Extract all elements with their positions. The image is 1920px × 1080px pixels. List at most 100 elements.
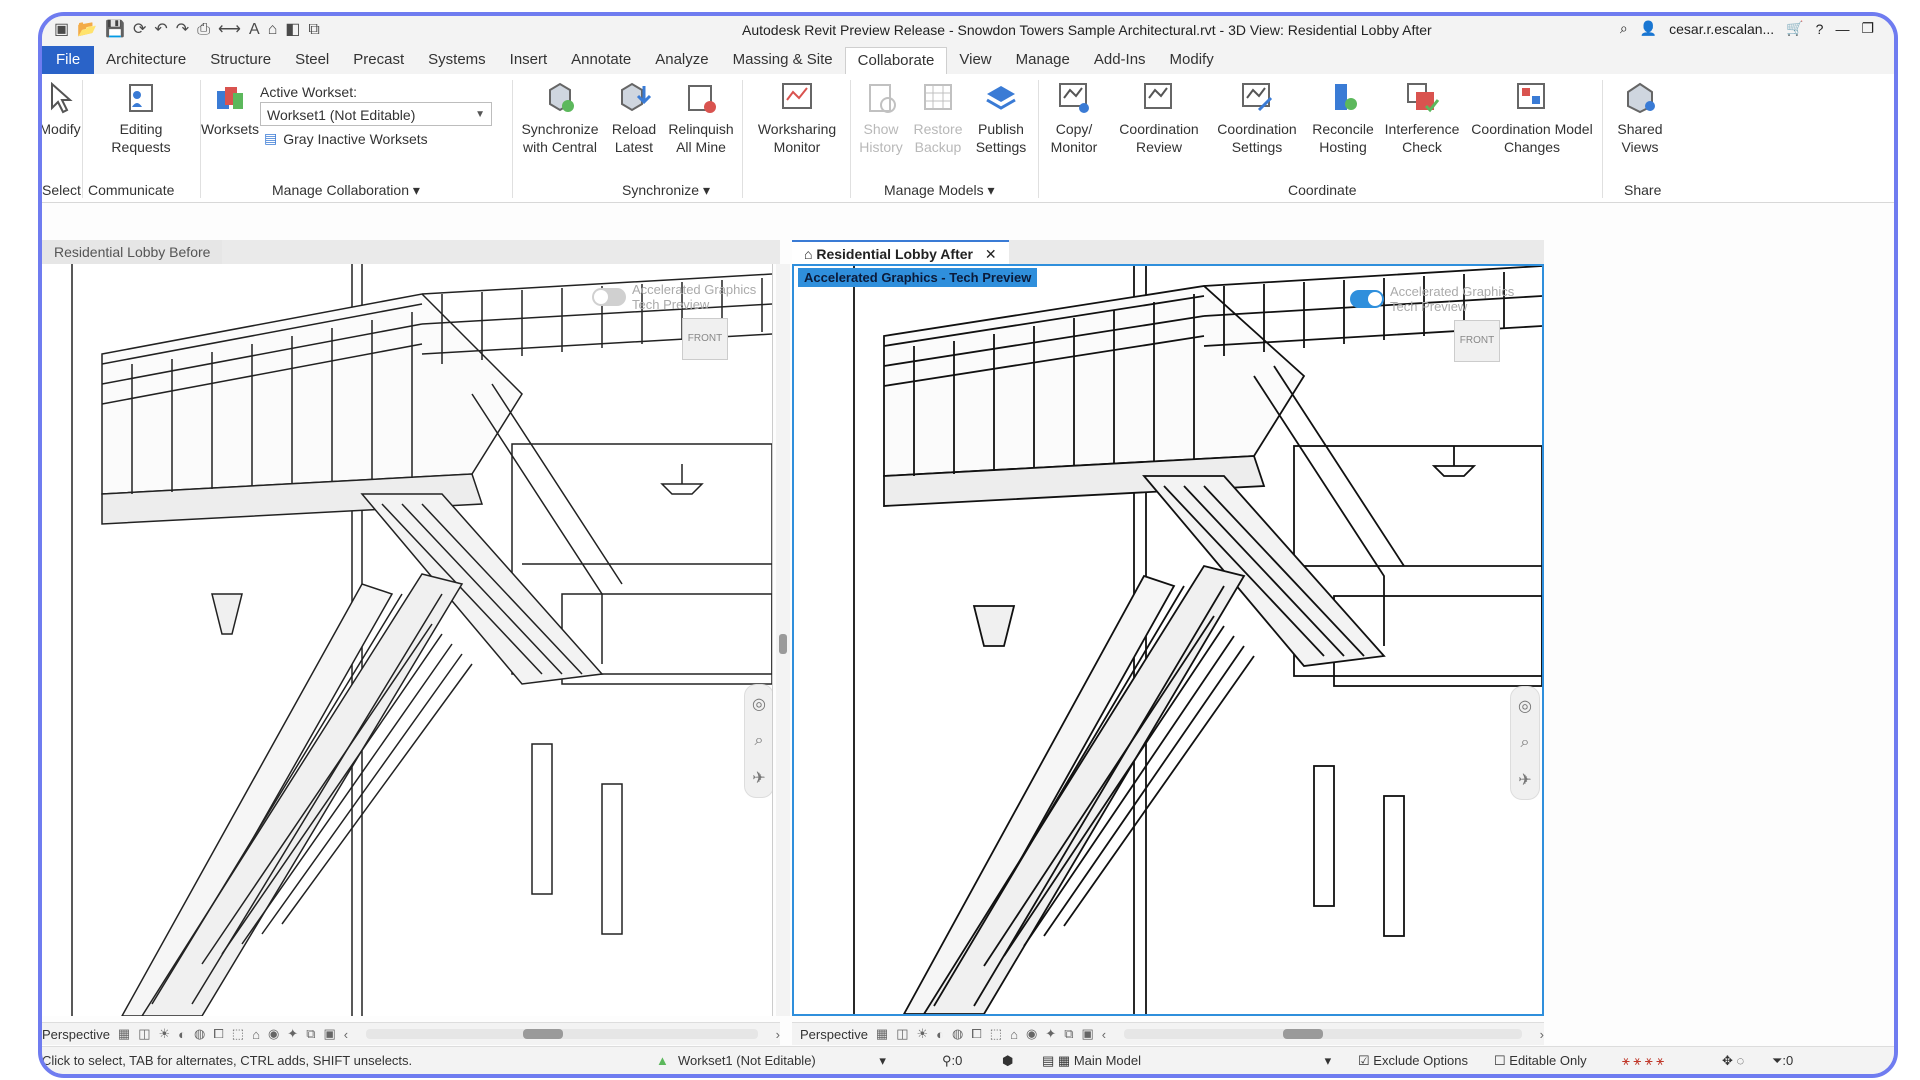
shadows-icon[interactable]: ◐ (178, 1027, 186, 1042)
crop-view-icon[interactable]: ⧠ (971, 1026, 981, 1042)
tab-steel[interactable]: Steel (283, 46, 341, 74)
cart-icon[interactable]: 🛒 (1786, 20, 1803, 37)
perspective-label[interactable]: Perspective (800, 1027, 868, 1042)
tab-insert[interactable]: Insert (498, 46, 560, 74)
steering-wheel-icon[interactable]: ◎ (1518, 696, 1532, 716)
manage-collaboration-panel-label[interactable]: Manage Collaboration ▾ (272, 182, 420, 199)
select-panel-label[interactable]: Select (42, 182, 81, 198)
active-workset-dropdown[interactable]: Workset1 (Not Editable) ▼ (260, 102, 492, 126)
user-name[interactable]: cesar.r.escalan... (1669, 21, 1774, 37)
viewcube[interactable]: FRONT (682, 318, 728, 360)
tab-modify[interactable]: Modify (1158, 46, 1226, 74)
drag-elements-icon[interactable]: ✥ ◌ (1722, 1053, 1744, 1069)
synchronize-with-central-button[interactable]: Synchronize with Central (520, 80, 600, 156)
tab-annotate[interactable]: Annotate (559, 46, 643, 74)
tab-residential-lobby-after[interactable]: ⌂ Residential Lobby After ✕ (792, 240, 1009, 266)
pan-icon[interactable]: ✈ (752, 768, 765, 788)
tab-file[interactable]: File (42, 46, 94, 74)
close-icon[interactable]: ✕ (985, 246, 997, 262)
horizontal-scrollbar[interactable] (1124, 1029, 1522, 1039)
visual-style-icon[interactable]: ◫ (138, 1026, 150, 1042)
view-splitter[interactable] (776, 264, 790, 1016)
restore-button[interactable]: ❐ (1861, 20, 1874, 37)
coordination-model-changes-button[interactable]: Coordination Model Changes (1468, 80, 1596, 156)
manage-models-panel-label[interactable]: Manage Models ▾ (884, 182, 995, 199)
text-icon[interactable]: A (249, 20, 260, 40)
scrollbar-thumb[interactable] (1283, 1029, 1323, 1039)
show-crop-icon[interactable]: ⬚ (232, 1026, 244, 1042)
unlocked-3d-icon[interactable]: ⌂ (1010, 1027, 1018, 1042)
status-workset-dropdown[interactable]: Workset1 (Not Editable) ▾ (678, 1053, 886, 1069)
shared-views-button[interactable]: Shared Views (1610, 80, 1670, 156)
pan-icon[interactable]: ✈ (1518, 770, 1531, 790)
tab-manage[interactable]: Manage (1004, 46, 1082, 74)
show-crop-icon[interactable]: ⬚ (990, 1026, 1002, 1042)
coordination-review-button[interactable]: Coordination Review (1114, 80, 1204, 156)
editing-requests-button[interactable]: Editing Requests (86, 80, 196, 156)
scroll-right-icon[interactable]: › (776, 1027, 780, 1042)
modify-button[interactable]: Modify (42, 80, 78, 138)
steering-wheel-icon[interactable]: ◎ (752, 694, 766, 714)
print-icon[interactable]: ⎙ (197, 20, 210, 40)
visual-style-icon[interactable]: ◫ (896, 1026, 908, 1042)
perspective-label[interactable]: Perspective (42, 1027, 110, 1042)
home-icon[interactable]: ⌂ (268, 20, 278, 40)
scroll-left-icon[interactable]: ‹ (344, 1027, 348, 1042)
redo-icon[interactable]: ↷ (176, 20, 189, 40)
sun-path-icon[interactable]: ☀ (159, 1026, 171, 1042)
main-model-selector[interactable]: ▤ ▦ Main Model ▾ (1042, 1053, 1331, 1069)
relinquish-all-mine-button[interactable]: Relinquish All Mine (666, 80, 736, 156)
zoom-icon[interactable]: ⌕ (755, 732, 764, 750)
scroll-right-icon[interactable]: › (1540, 1027, 1544, 1042)
tab-analyze[interactable]: Analyze (643, 46, 720, 74)
accelerated-graphics-toggle[interactable] (592, 288, 626, 306)
help-button[interactable]: ? (1816, 21, 1824, 37)
restore-backup-button[interactable]: Restore Backup (910, 80, 966, 156)
rendering-icon[interactable]: ◍ (194, 1026, 205, 1042)
crop-view-icon[interactable]: ⧠ (213, 1026, 223, 1042)
worksharing-display-icon[interactable]: ⧉ (306, 1026, 315, 1042)
copy-monitor-button[interactable]: Copy/ Monitor (1044, 80, 1104, 156)
analytical-model-icon[interactable]: ▣ (323, 1026, 335, 1042)
scrollbar-thumb[interactable] (523, 1029, 563, 1039)
reveal-hidden-icon[interactable]: ✦ (1045, 1026, 1056, 1042)
shadows-icon[interactable]: ◐ (936, 1027, 944, 1042)
accelerated-graphics-toggle[interactable] (1350, 290, 1384, 308)
temporary-hide-icon[interactable]: ◉ (1026, 1026, 1037, 1042)
tab-massing-site[interactable]: Massing & Site (721, 46, 845, 74)
minimize-button[interactable]: — (1835, 21, 1849, 37)
sun-path-icon[interactable]: ☀ (917, 1026, 929, 1042)
app-logo-icon[interactable]: ▣ (54, 20, 69, 40)
detail-level-icon[interactable]: ▦ (118, 1026, 130, 1042)
horizontal-scrollbar[interactable] (366, 1029, 758, 1039)
tab-view[interactable]: View (947, 46, 1003, 74)
filter-count[interactable]: ⏷:0 (1772, 1053, 1793, 1069)
measure-icon[interactable]: ⟷ (218, 20, 241, 40)
detail-level-icon[interactable]: ▦ (876, 1026, 888, 1042)
rendering-icon[interactable]: ◍ (952, 1026, 963, 1042)
tab-architecture[interactable]: Architecture (94, 46, 198, 74)
left-3d-view[interactable]: Accelerated Graphics Tech Preview FRONT … (42, 264, 773, 1016)
synchronize-panel-label[interactable]: Synchronize ▾ (622, 182, 710, 199)
section-icon[interactable]: ◧ (285, 20, 300, 40)
tab-add-ins[interactable]: Add-Ins (1082, 46, 1158, 74)
user-icon[interactable]: 👤 (1640, 20, 1657, 37)
temporary-hide-icon[interactable]: ◉ (268, 1026, 279, 1042)
publish-settings-button[interactable]: Publish Settings (970, 80, 1032, 156)
reload-latest-button[interactable]: Reload Latest (608, 80, 660, 156)
worksets-button[interactable]: Worksets (204, 80, 256, 138)
exclude-options-checkbox[interactable]: ☑ Exclude Options (1358, 1053, 1468, 1069)
viewcube[interactable]: FRONT (1454, 320, 1500, 362)
tab-collaborate[interactable]: Collaborate (845, 47, 948, 74)
tab-precast[interactable]: Precast (341, 46, 416, 74)
binoculars-icon[interactable]: ⌕ (1620, 20, 1628, 37)
show-history-button[interactable]: Show History (856, 80, 906, 156)
editable-only-checkbox[interactable]: ☐ Editable Only (1494, 1053, 1587, 1069)
save-icon[interactable]: 💾 (105, 20, 125, 40)
zoom-icon[interactable]: ⌕ (1521, 734, 1530, 752)
worksharing-display-icon[interactable]: ⧉ (1064, 1026, 1073, 1042)
worksharing-monitor-button[interactable]: Worksharing Monitor (752, 80, 842, 156)
right-3d-view[interactable]: Accelerated Graphics - Tech Preview Acce… (792, 264, 1544, 1016)
gray-inactive-worksets-button[interactable]: ▤ Gray Inactive Worksets (264, 130, 428, 147)
tab-systems[interactable]: Systems (416, 46, 498, 74)
